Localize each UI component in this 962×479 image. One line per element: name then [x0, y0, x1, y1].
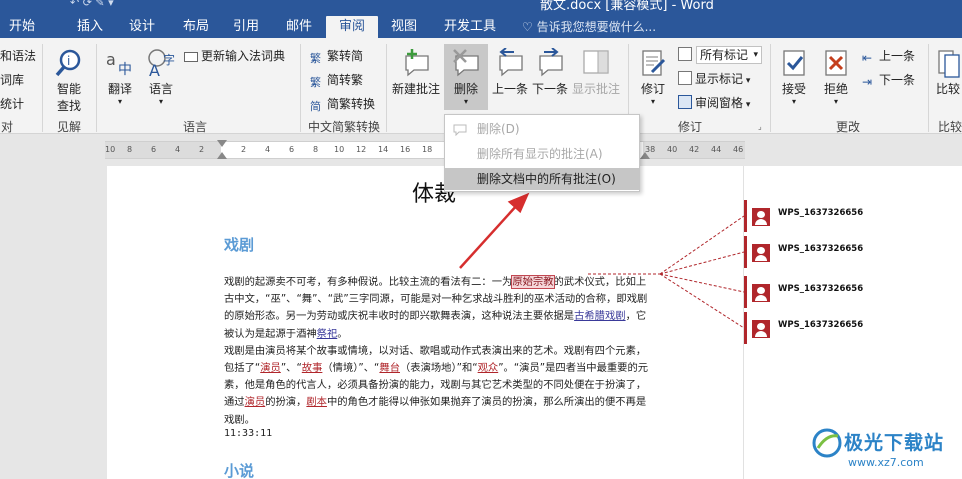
- comment-balloon[interactable]: WPS_1637326656: [744, 236, 944, 268]
- user-avatar-icon: [752, 244, 770, 262]
- comment-balloon[interactable]: WPS_1637326656: [744, 312, 944, 344]
- delete-comment-icon: [453, 124, 467, 136]
- comment-author: WPS_1637326656: [778, 284, 864, 294]
- menu-item-delete-shown[interactable]: 删除所有显示的批注(A): [445, 143, 639, 165]
- watermark-url: www.xz7.com: [848, 456, 924, 469]
- menu-item-label: 删除所有显示的批注(A): [477, 147, 603, 161]
- watermark-brand: 极光下载站: [844, 432, 945, 454]
- comment-balloon[interactable]: WPS_1637326656: [744, 276, 944, 308]
- brand-logo-icon: [812, 428, 842, 458]
- comment-author: WPS_1637326656: [778, 244, 864, 254]
- user-avatar-icon: [752, 320, 770, 338]
- comment-bar: [744, 200, 747, 232]
- comment-balloon[interactable]: WPS_1637326656: [744, 200, 944, 232]
- comment-bar: [744, 276, 747, 308]
- comment-author: WPS_1637326656: [778, 208, 864, 218]
- delete-dropdown-menu: 删除(D) 删除所有显示的批注(A) 删除文档中的所有批注(O): [444, 114, 640, 192]
- menu-item-delete[interactable]: 删除(D): [445, 118, 639, 140]
- menu-item-label: 删除(D): [477, 122, 520, 136]
- comment-bar: [744, 312, 747, 344]
- menu-item-label: 删除文档中的所有批注(O): [477, 172, 616, 186]
- comment-bar: [744, 236, 747, 268]
- user-avatar-icon: [752, 284, 770, 302]
- comment-author: WPS_1637326656: [778, 320, 864, 330]
- menu-item-delete-all[interactable]: 删除文档中的所有批注(O): [445, 168, 639, 190]
- watermark-logo: 极光下载站 www.xz7.com: [812, 424, 962, 479]
- user-avatar-icon: [752, 208, 770, 226]
